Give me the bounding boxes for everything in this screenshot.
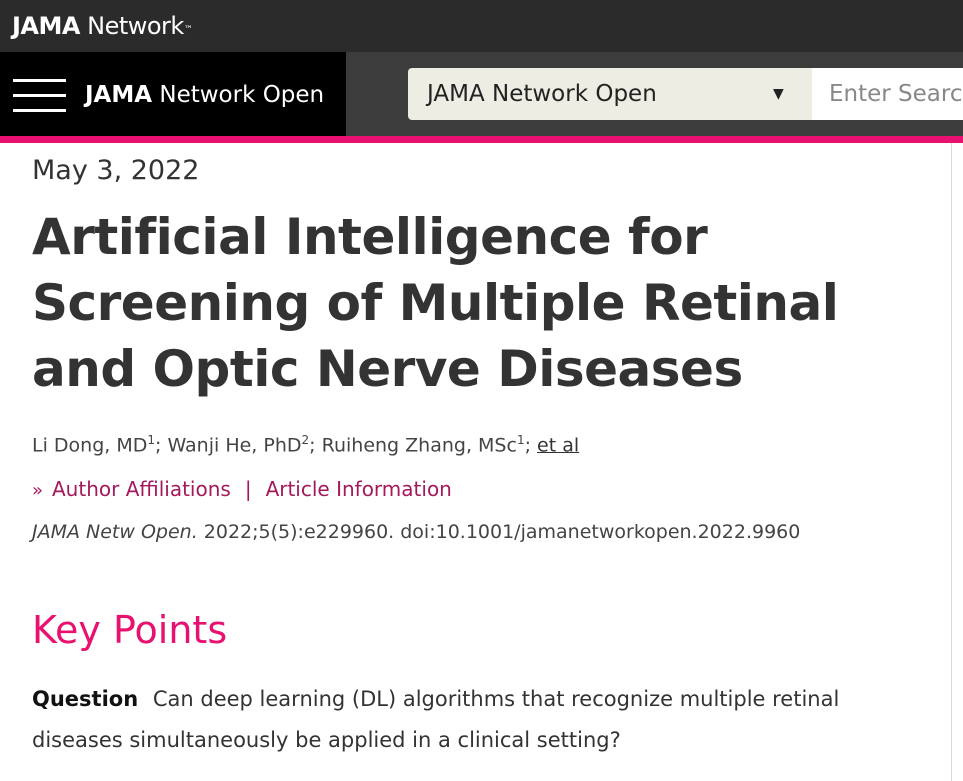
search-input[interactable]	[812, 68, 963, 120]
author-list: Li Dong, MD1; Wanji He, PhD2; Ruiheng Zh…	[32, 433, 580, 457]
jama-network-logo[interactable]: JAMA Network™	[12, 11, 193, 41]
journal-select[interactable]: JAMA Network Open ▼	[408, 68, 812, 120]
article-meta-links: » Author Affiliations | Article Information	[32, 475, 452, 505]
question-text: Can deep learning (DL) algorithms that r…	[32, 687, 840, 752]
content-border	[951, 143, 952, 781]
citation: JAMA Netw Open. 2022;5(5):e229960. doi:1…	[32, 518, 800, 546]
article-information-link[interactable]: Article Information	[266, 477, 452, 501]
et-al-link[interactable]: et al	[537, 434, 579, 456]
author-name[interactable]: Li Dong, MD	[32, 434, 147, 456]
journal-title-link[interactable]: JAMA Network Open	[85, 80, 324, 110]
menu-icon[interactable]	[13, 79, 66, 113]
site-header: JAMA Network™	[0, 0, 963, 52]
chevron-down-icon: ▼	[773, 86, 784, 102]
key-points-question: Question Can deep learning (DL) algorith…	[32, 679, 912, 761]
author-name[interactable]: Ruiheng Zhang, MSc	[322, 434, 517, 456]
journal-bold: JAMA	[85, 82, 153, 108]
article-title: Artificial Intelligence for Screening of…	[32, 208, 839, 398]
journal-block: JAMA Network Open	[0, 52, 346, 136]
brand-regular: Network	[87, 12, 184, 40]
affiliation-number: 1	[147, 433, 156, 447]
trademark-mark: ™	[183, 25, 193, 35]
affiliation-number: 2	[301, 433, 310, 447]
publication-date: May 3, 2022	[32, 155, 200, 186]
author-affiliations-link[interactable]: Author Affiliations	[52, 477, 231, 501]
affiliation-number: 1	[516, 433, 525, 447]
journal-navbar: JAMA Network Open JAMA Network Open ▼	[0, 52, 963, 136]
author-name[interactable]: Wanji He, PhD	[167, 434, 301, 456]
journal-regular: Network Open	[159, 82, 325, 108]
citation-journal: JAMA Netw Open.	[32, 521, 198, 543]
question-label: Question	[32, 687, 139, 711]
journal-select-value: JAMA Network Open	[427, 81, 657, 107]
citation-details: 2022;5(5):e229960. doi:10.1001/jamanetwo…	[197, 521, 801, 543]
key-points-heading: Key Points	[32, 608, 228, 652]
link-separator: |	[244, 477, 252, 501]
brand-bold: JAMA	[12, 12, 80, 40]
accent-divider	[0, 136, 963, 143]
double-chevron-right-icon: »	[32, 480, 44, 501]
